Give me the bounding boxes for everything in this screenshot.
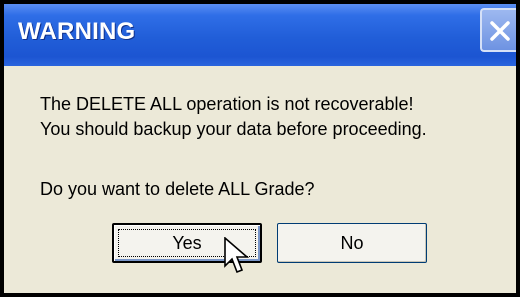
title-bar[interactable]: WARNING [4,4,516,67]
dialog-title: WARNING [18,18,136,45]
confirmation-question: Do you want to delete ALL Grade? [40,179,315,199]
close-button[interactable] [480,8,516,52]
yes-button[interactable]: Yes [112,223,262,263]
no-button[interactable]: No [277,223,427,263]
message-line-2: You should backup your data before proce… [40,119,427,139]
dialog-body: The DELETE ALL operation is not recovera… [4,66,516,293]
yes-button-label: Yes [172,232,202,253]
warning-dialog: WARNING The DELETE ALL operation is not … [0,0,520,297]
no-button-label: No [340,232,364,253]
close-icon [490,21,510,41]
message-line-1: The DELETE ALL operation is not recovera… [40,94,414,114]
